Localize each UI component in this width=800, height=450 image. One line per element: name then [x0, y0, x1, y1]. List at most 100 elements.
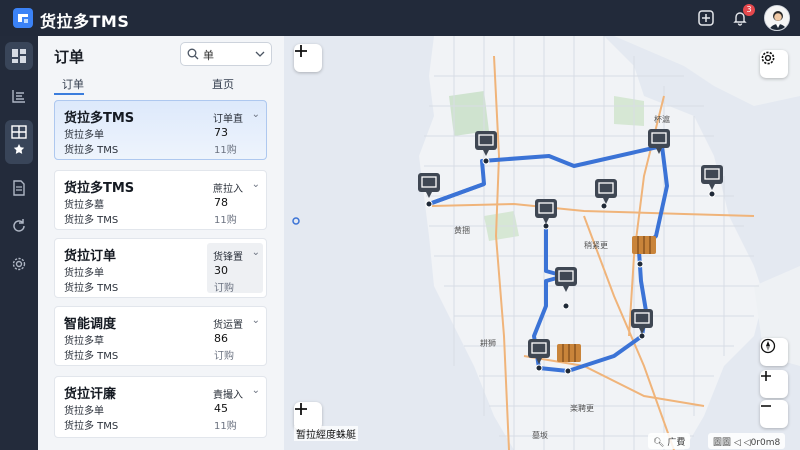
tab-orders[interactable]: 订单 [62, 76, 84, 92]
attribution-label: 圖圖 ◁ ◁0r0m8 [713, 438, 781, 448]
map-place-label: 杯滬 [654, 115, 670, 124]
order-card-line1: 货拉多单 [64, 268, 104, 279]
truck-marker-icon[interactable] [554, 266, 578, 294]
order-card[interactable]: 货拉订单 货拉多单 货拉多 TMS 货锋置 ⌄ 30 订购 [54, 238, 267, 298]
rail-orders[interactable] [5, 120, 33, 164]
order-card-subvalue: 11购 [214, 145, 237, 156]
map-search-label: 广費 [667, 438, 686, 448]
truck-marker-icon[interactable] [527, 338, 551, 366]
order-card-line1: 货拉多墓 [64, 200, 104, 211]
panel-tabs: 订单 直页 [38, 74, 284, 96]
truck-marker-icon[interactable] [417, 172, 441, 200]
rail-list[interactable] [5, 82, 33, 110]
order-card-subvalue: 订购 [214, 283, 234, 294]
refresh-icon [13, 219, 25, 232]
park-area [614, 96, 644, 126]
list-icon [12, 90, 25, 103]
map-compass-button[interactable] [760, 338, 788, 366]
map-canvas[interactable] [284, 36, 800, 450]
order-card-line2: 货拉多 TMS [64, 283, 119, 294]
truck-marker-icon[interactable] [700, 164, 724, 192]
search-icon [187, 48, 199, 60]
order-card[interactable]: 货拉多TMS 货拉多墓 货拉多 TMS 蔗拉入 ⌄ 78 11购 [54, 170, 267, 230]
order-card-subvalue: 订购 [214, 351, 234, 362]
truck-marker-icon[interactable] [594, 178, 618, 206]
order-card[interactable]: 智能调度 货拉多草 货拉多 TMS 货运置 ⌄ 86 订购 [54, 306, 267, 366]
order-card-title: 货拉讦廉 [64, 387, 117, 402]
zoom-in-button[interactable] [760, 370, 788, 398]
location-marker [292, 217, 300, 225]
settings-icon [12, 257, 26, 271]
active-tab-indicator [54, 93, 84, 95]
order-card-subvalue: 11购 [214, 215, 237, 226]
avatar[interactable] [764, 5, 790, 31]
truck-marker-icon[interactable] [647, 128, 671, 156]
chevron-down-icon: ⌄ [251, 315, 260, 326]
add-window-button[interactable] [696, 8, 716, 28]
rail-refresh[interactable] [5, 212, 33, 240]
order-card-value: 30 [214, 264, 228, 277]
chevron-down-icon [255, 51, 265, 57]
order-card-title: 货拉多TMS [64, 181, 135, 196]
chevron-down-icon: ⌄ [251, 179, 260, 190]
app-title: 货拉多TMS [40, 12, 130, 31]
order-card-title: 货拉多TMS [64, 111, 135, 126]
order-card-line2: 货拉多 TMS [64, 421, 119, 432]
plus-icon [295, 45, 307, 57]
notification-badge: 3 [743, 4, 755, 16]
tab-page[interactable]: 直页 [212, 76, 234, 92]
plus-square-icon [698, 10, 714, 26]
chevron-down-icon: ⌄ [251, 247, 260, 258]
truck-marker-icon[interactable] [534, 198, 558, 226]
search-value: 单 [203, 49, 214, 62]
order-card[interactable]: 货拉讦廉 货拉多单 货拉多 TMS 責撮入 ⌄ 45 11购 [54, 376, 267, 438]
order-status-dropdown[interactable]: 蔗拉入 [213, 180, 243, 195]
user-avatar-icon [765, 6, 789, 30]
map-settings-button[interactable] [760, 50, 788, 78]
map-place-label: 墓坂 [532, 431, 548, 440]
route-map[interactable]: 黄捆 稍紧更 耕狮 楽聘更 墓坂 杯滬 暂拉經度蛛艇 🔍︎ 广費 圖圖 ◁ ◁0… [284, 36, 800, 450]
order-status-dropdown[interactable]: 責撮入 [213, 386, 243, 401]
cargo-marker-icon[interactable] [556, 340, 582, 364]
order-card-subvalue: 11购 [214, 421, 237, 432]
order-panel: 订单 单 订单 直页 货拉多TMS 货拉多单 货拉多 TMS 订单直 ⌄ 73 … [38, 36, 284, 450]
rail-documents[interactable] [5, 174, 33, 202]
rail-dashboard[interactable] [5, 42, 33, 70]
order-card-line1: 货拉多草 [64, 336, 104, 347]
plus-icon [761, 371, 771, 381]
order-card-value: 86 [214, 332, 228, 345]
search-input[interactable]: 单 [180, 42, 272, 66]
rail-settings[interactable] [5, 250, 33, 278]
gear-icon [761, 51, 775, 65]
order-status-dropdown[interactable]: 货运置 [213, 316, 243, 331]
cargo-marker-icon[interactable] [631, 232, 657, 256]
truck-marker-icon[interactable] [474, 130, 498, 158]
app-logo-icon [13, 8, 33, 28]
zoom-out-button[interactable] [760, 400, 788, 428]
truck-marker-icon[interactable] [630, 308, 654, 336]
add-route-label: 暂拉經度蛛艇 [294, 426, 358, 441]
order-card-line2: 货拉多 TMS [64, 215, 119, 226]
map-place-label: 耕狮 [480, 339, 496, 348]
minus-icon [761, 405, 771, 407]
order-card-title: 货拉订单 [64, 249, 117, 264]
order-card-line2: 货拉多 TMS [64, 351, 119, 362]
order-card-value: 78 [214, 196, 228, 209]
order-status-dropdown[interactable]: 货锋置 [213, 248, 243, 263]
map-add-button[interactable] [294, 44, 322, 72]
order-card-line1: 货拉多单 [64, 406, 104, 417]
search-icon: 🔍︎ [653, 438, 665, 448]
map-place-label: 楽聘更 [570, 404, 594, 413]
chevron-down-icon: ⌄ [251, 385, 260, 396]
panel-title: 订单 [54, 48, 85, 66]
chevron-down-icon: ⌄ [251, 109, 260, 120]
order-status-dropdown[interactable]: 订单直 [213, 110, 243, 125]
top-bar: 货拉多TMS 3 [0, 0, 800, 36]
order-card-title: 智能调度 [64, 317, 117, 332]
order-card-line1: 货拉多单 [64, 130, 104, 141]
map-attribution: 圖圖 ◁ ◁0r0m8 [708, 433, 786, 449]
order-card[interactable]: 货拉多TMS 货拉多单 货拉多 TMS 订单直 ⌄ 73 11购 [54, 100, 267, 160]
map-search-chip[interactable]: 🔍︎ 广費 [648, 433, 691, 449]
grid-star-icon [11, 125, 27, 154]
notifications-button[interactable]: 3 [730, 4, 755, 28]
